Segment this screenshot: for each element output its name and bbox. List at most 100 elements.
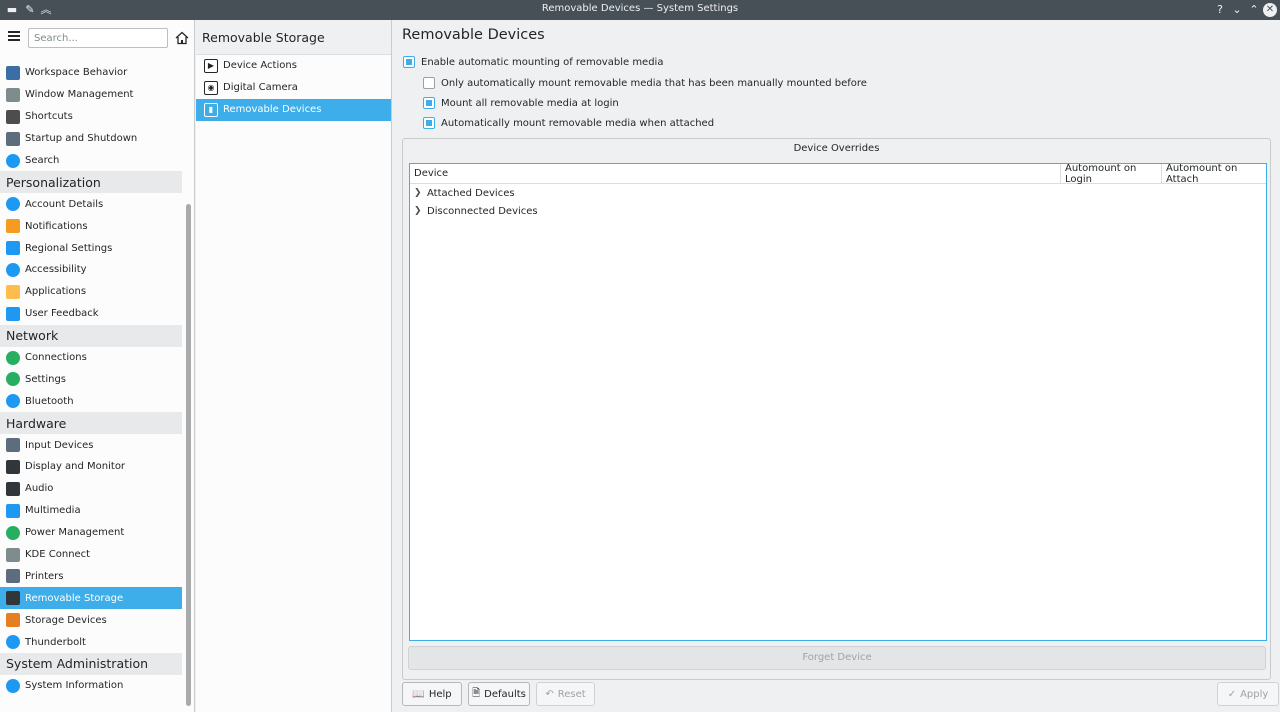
globe-icon <box>6 372 20 387</box>
column-device[interactable]: Device <box>410 164 1061 183</box>
close-icon[interactable]: ✕ <box>1263 3 1277 17</box>
subcategory-item-device-actions[interactable]: ▶ Device Actions <box>196 55 391 77</box>
maximize-icon[interactable]: ⌃ <box>1246 2 1262 18</box>
sidebar-item-search[interactable]: Search <box>0 150 182 172</box>
sidebar-item-account-details[interactable]: Account Details <box>0 193 182 215</box>
subcategory-item-label: Removable Devices <box>223 104 322 116</box>
reset-button-label: Reset <box>557 688 586 700</box>
forget-device-button[interactable]: Forget Device <box>408 646 1266 670</box>
sidebar-item-label: Printers <box>25 570 64 582</box>
account-icon <box>6 197 20 212</box>
subcategory-header: Removable Storage <box>196 20 391 55</box>
sidebar-scrollbar[interactable] <box>186 204 191 706</box>
mount-attach-checkbox[interactable] <box>423 117 435 129</box>
usb-icon <box>6 591 20 606</box>
sidebar-item-label: Accessibility <box>25 264 87 276</box>
defaults-document-icon: 🗎 <box>472 687 481 699</box>
sidebar-item-kde-connect[interactable]: KDE Connect <box>0 544 182 566</box>
sidebar-item-label: Storage Devices <box>25 614 107 626</box>
expand-chevron-icon[interactable]: ❯ <box>414 188 424 198</box>
sidebar-item-display-and-monitor[interactable]: Display and Monitor <box>0 456 182 478</box>
sidebar-item-input-devices[interactable]: Input Devices <box>0 434 182 456</box>
tree-row-attached[interactable]: ❯ Attached Devices <box>410 184 1266 202</box>
sidebar-item-accessibility[interactable]: Accessibility <box>0 259 182 281</box>
help-icon[interactable]: ? <box>1212 2 1228 18</box>
sidebar-item-label: User Feedback <box>25 308 99 320</box>
sidebar-item-audio[interactable]: Audio <box>0 478 182 500</box>
sidebar-item-label: Thunderbolt <box>25 636 86 648</box>
column-automount-login[interactable]: Automount on Login <box>1061 163 1162 185</box>
subcategory-panel: Removable Storage ▶ Device Actions ◉ Digita… <box>196 20 392 712</box>
workspace-behavior-icon <box>6 65 20 80</box>
sidebar-category: Personalization <box>0 171 182 194</box>
subcategory-item-removable-devices[interactable]: ▮ Removable Devices <box>196 98 391 121</box>
sidebar-category: Network <box>0 324 182 347</box>
sidebar-item-label: Workspace Behavior <box>25 67 128 79</box>
sidebar-item-label: Multimedia <box>25 505 81 517</box>
sidebar-item-storage-devices[interactable]: Storage Devices <box>0 609 182 631</box>
mount-login-checkbox[interactable] <box>423 97 435 109</box>
home-icon[interactable] <box>175 31 189 45</box>
usb-icon: ▮ <box>204 102 218 117</box>
sidebar-item-bluetooth[interactable]: Bluetooth <box>0 390 182 412</box>
sidebar-item-regional-settings[interactable]: Regional Settings <box>0 237 182 259</box>
apply-button[interactable]: ✓ Apply <box>1217 682 1279 706</box>
enable-automount-row[interactable]: Enable automatic mounting of removable m… <box>403 56 663 68</box>
multimedia-icon <box>6 503 20 518</box>
sidebar-item-label: Bluetooth <box>25 395 74 407</box>
device-overrides-title: Device Overrides <box>793 143 880 154</box>
sidebar-item-label: KDE Connect <box>25 549 91 561</box>
storage-icon <box>6 613 20 628</box>
phone-icon <box>6 547 20 562</box>
sidebar-item-user-feedback[interactable]: User Feedback <box>0 303 182 325</box>
camera-icon: ◉ <box>204 80 218 95</box>
sidebar-item-removable-storage[interactable]: Removable Storage <box>0 587 182 610</box>
tree-row-disconnected[interactable]: ❯ Disconnected Devices <box>410 202 1266 220</box>
column-automount-attach[interactable]: Automount on Attach <box>1162 163 1266 185</box>
hamburger-menu-icon[interactable] <box>8 31 20 41</box>
search-input[interactable] <box>28 28 168 48</box>
sidebar-item-connections[interactable]: Connections <box>0 347 182 369</box>
sidebar-item-label: Input Devices <box>25 439 94 451</box>
help-button[interactable]: 📖 Help <box>402 682 462 706</box>
sidebar-item-shortcuts[interactable]: Shortcuts <box>0 106 182 128</box>
sidebar-item-applications[interactable]: Applications <box>0 281 182 303</box>
sidebar-item-window-management[interactable]: Window Management <box>0 84 182 106</box>
sidebar-item-printers[interactable]: Printers <box>0 565 182 587</box>
subcategory-list: ▶ Device Actions ◉ Digital Camera ▮ Removable… <box>196 55 391 121</box>
only-manual-row[interactable]: Only automatically mount removable media… <box>423 77 867 89</box>
mount-attach-row[interactable]: Automatically mount removable media when… <box>423 117 714 129</box>
sidebar-item-label: Power Management <box>25 527 125 539</box>
sidebar-item-thunderbolt[interactable]: Thunderbolt <box>0 631 182 653</box>
device-tree[interactable]: Device Automount on Login Automount on A… <box>409 163 1267 641</box>
apply-button-label: Apply <box>1240 688 1269 700</box>
sidebar-item-system-information[interactable]: System Information <box>0 675 182 697</box>
mount-login-row[interactable]: Mount all removable media at login <box>423 97 619 109</box>
star-icon <box>6 284 20 299</box>
sidebar-item-power-management[interactable]: Power Management <box>0 522 182 544</box>
reset-button[interactable]: ↶ Reset <box>536 682 595 706</box>
bluetooth-icon <box>6 394 20 409</box>
sidebar-item-notifications[interactable]: Notifications <box>0 215 182 237</box>
sidebar-item-workspace-behavior[interactable]: Workspace Behavior <box>0 62 182 84</box>
sidebar-item-settings[interactable]: Settings <box>0 368 182 390</box>
enable-automount-checkbox[interactable] <box>403 56 415 68</box>
only-manual-checkbox[interactable] <box>423 77 435 89</box>
defaults-button[interactable]: 🗎 Defaults <box>468 682 530 706</box>
sidebar-item-startup-and-shutdown[interactable]: Startup and Shutdown <box>0 128 182 150</box>
bell-icon <box>6 219 20 234</box>
window-management-icon <box>6 87 20 102</box>
expand-chevron-icon[interactable]: ❯ <box>414 206 424 216</box>
sidebar-item-label: Audio <box>25 483 54 495</box>
subcategory-item-digital-camera[interactable]: ◉ Digital Camera <box>196 77 391 99</box>
reset-undo-icon: ↶ <box>545 688 554 700</box>
sidebar-item-label: Settings <box>25 373 67 385</box>
subcategory-item-label: Digital Camera <box>223 82 298 94</box>
sidebar: Workspace Behavior Window Management Short… <box>0 20 195 712</box>
minimize-icon[interactable]: ⌄ <box>1229 2 1245 18</box>
sidebar-category: System Administration <box>0 653 182 675</box>
sidebar-toolbar <box>0 20 194 56</box>
feedback-icon <box>6 306 20 321</box>
sidebar-item-multimedia[interactable]: Multimedia <box>0 500 182 522</box>
title-bar: ▬ ✎ ︽ Removable Devices — System Setting… <box>0 0 1280 20</box>
